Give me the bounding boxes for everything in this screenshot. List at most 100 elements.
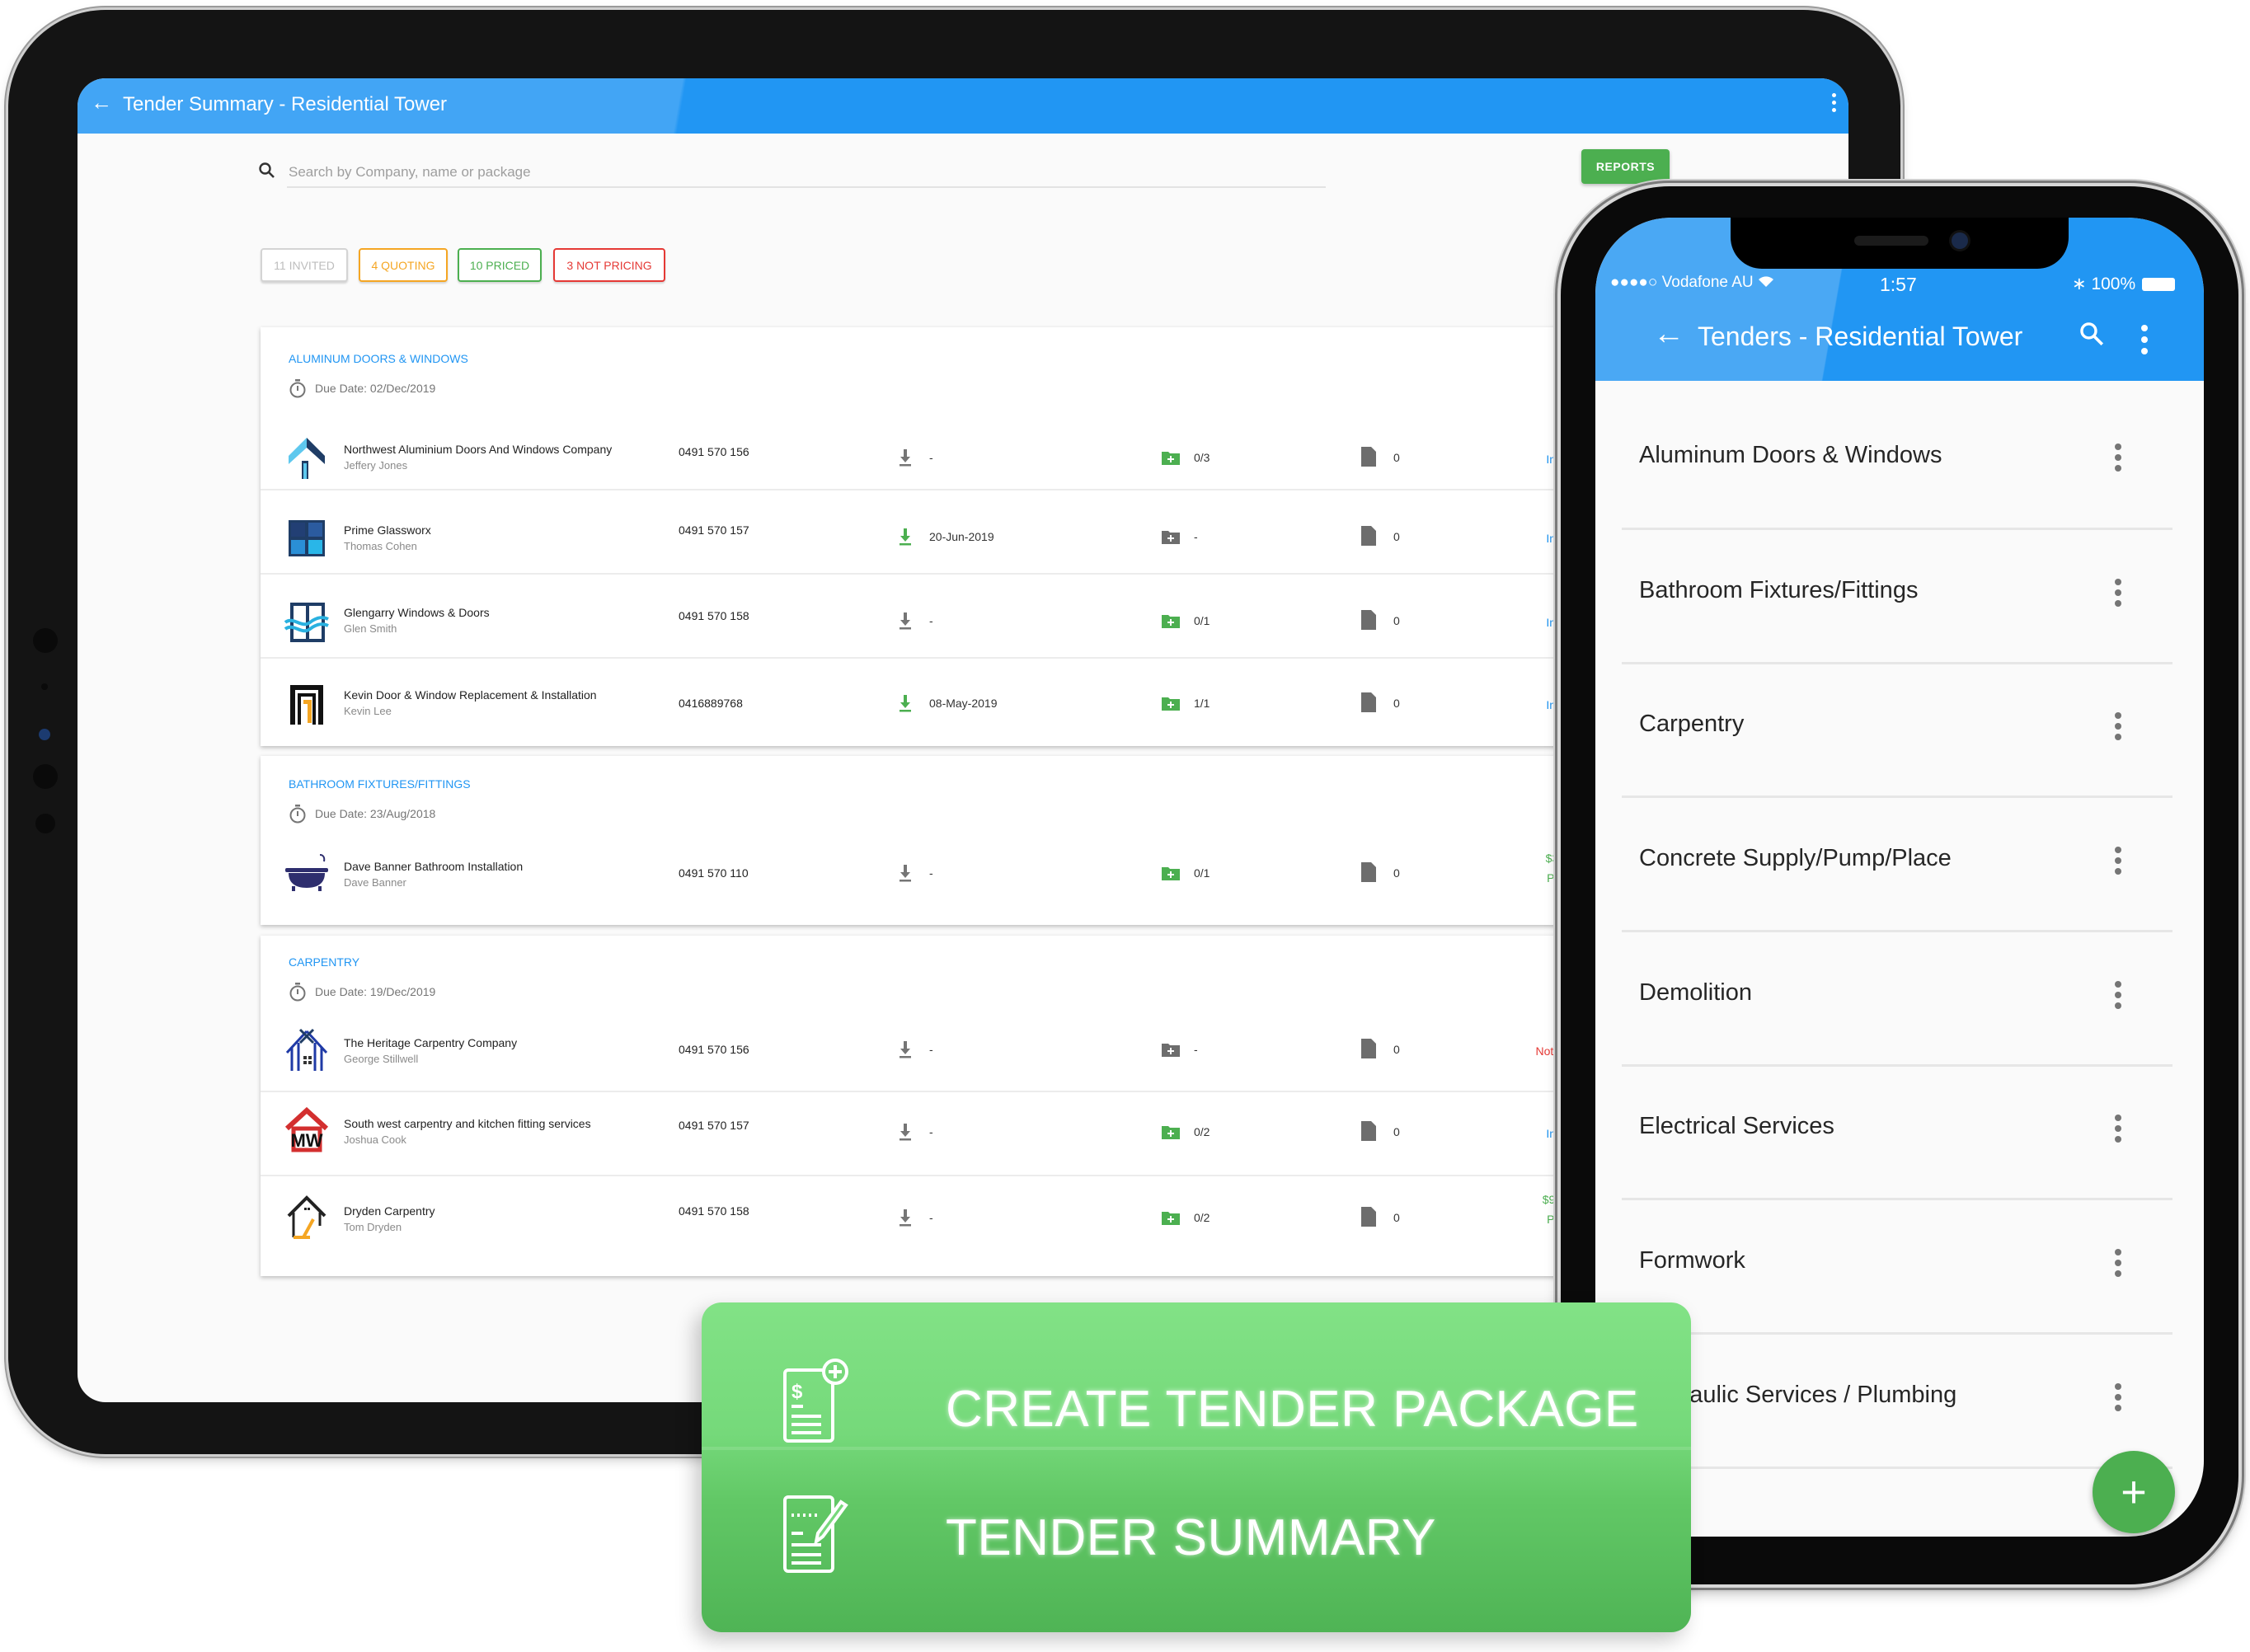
section-title: BATHROOM FIXTURES/FITTINGS — [289, 777, 471, 791]
filter-invited[interactable]: 11 INVITED — [261, 248, 348, 282]
contact-name: Glen Smith — [344, 622, 397, 635]
file-icon[interactable] — [1360, 1038, 1377, 1059]
list-item[interactable]: Demolition — [1595, 932, 2204, 1065]
download-icon[interactable] — [897, 693, 914, 713]
phone-number: 0491 570 158 — [679, 609, 749, 622]
table-row[interactable]: Dave Banner Bathroom Installation Dave B… — [261, 838, 1662, 921]
more-vert-icon[interactable] — [2115, 1249, 2121, 1281]
bluetooth-icon: ∗ — [2072, 275, 2087, 293]
download-icon[interactable] — [897, 448, 914, 467]
battery-icon — [2142, 278, 2176, 291]
table-row[interactable]: The Heritage Carpentry Company George St… — [261, 1018, 1662, 1092]
due-date: Due Date: 02/Dec/2019 — [289, 378, 435, 398]
table-row[interactable]: Glengarry Windows & Doors Glen Smith 049… — [261, 584, 1662, 667]
table-row[interactable]: MW South west carpentry and kitchen fitt… — [261, 1097, 1662, 1180]
download-icon[interactable] — [897, 1040, 914, 1059]
list-item-label: Bathroom Fixtures/Fittings — [1639, 577, 1919, 603]
folder-add-icon[interactable] — [1161, 1209, 1181, 1226]
battery-status: ∗ 100% — [2072, 274, 2176, 294]
more-vert-icon[interactable] — [2115, 847, 2121, 879]
add-fab-button[interactable]: + — [2093, 1451, 2175, 1533]
file-icon[interactable] — [1360, 1120, 1377, 1142]
back-arrow-icon[interactable]: ← — [91, 90, 112, 115]
file-icon[interactable] — [1360, 1206, 1377, 1227]
folder-add-icon[interactable] — [1161, 865, 1181, 881]
front-camera-icon — [1952, 232, 1968, 249]
more-vert-icon[interactable] — [2115, 444, 2121, 476]
list-item[interactable]: Aluminum Doors & Windows — [1595, 394, 2204, 528]
document-count: 1/1 — [1194, 697, 1210, 710]
company-name: The Heritage Carpentry Company — [344, 1036, 518, 1049]
download-icon[interactable] — [897, 611, 914, 631]
file-icon[interactable] — [1360, 692, 1377, 713]
feature-banner: $ CREATE TENDER PACKAGE TENDER SUMMARY — [702, 1302, 1691, 1632]
download-icon[interactable] — [897, 527, 914, 547]
folder-add-icon[interactable] — [1161, 1124, 1181, 1140]
stopwatch-icon — [289, 379, 306, 398]
more-vert-icon[interactable] — [1832, 93, 1837, 115]
file-count: 0 — [1393, 451, 1400, 464]
folder-add-icon[interactable] — [1161, 695, 1181, 711]
more-vert-icon[interactable] — [2115, 579, 2121, 611]
list-item[interactable]: Concrete Supply/Pump/Place — [1595, 797, 2204, 931]
table-row[interactable]: Prime Glassworx Thomas Cohen 0491 570 15… — [261, 500, 1662, 583]
download-icon[interactable] — [897, 1122, 914, 1142]
more-vert-icon[interactable] — [2115, 1115, 2121, 1147]
search-input[interactable] — [287, 158, 1326, 188]
due-date-text: Due Date: 02/Dec/2019 — [315, 382, 436, 395]
download-icon[interactable] — [897, 1208, 914, 1227]
divider — [261, 1175, 1662, 1176]
list-item-label: Formwork — [1639, 1247, 1745, 1274]
download-icon[interactable] — [897, 863, 914, 883]
back-arrow-icon[interactable]: ← — [1653, 317, 1684, 352]
folder-add-icon[interactable] — [1161, 528, 1181, 545]
more-vert-icon[interactable] — [2115, 981, 2121, 1013]
more-vert-icon[interactable] — [2115, 712, 2121, 744]
document-dollar-add-icon[interactable]: $ — [780, 1357, 854, 1448]
file-count: 0 — [1393, 1125, 1400, 1138]
folder-add-icon[interactable] — [1161, 1041, 1181, 1058]
company-logo — [290, 685, 323, 725]
create-tender-package-link[interactable]: CREATE TENDER PACKAGE — [946, 1380, 1639, 1438]
document-count: - — [1194, 1043, 1198, 1056]
filter-priced[interactable]: 10 PRICED — [458, 248, 542, 282]
document-count: 0/2 — [1194, 1125, 1210, 1138]
list-item[interactable]: Electrical Services — [1595, 1065, 2204, 1199]
svg-text:$: $ — [791, 1381, 803, 1403]
company-logo — [284, 603, 329, 642]
search-icon[interactable] — [2078, 320, 2106, 348]
document-count: 0/2 — [1194, 1211, 1210, 1224]
section-title: CARPENTRY — [289, 955, 360, 969]
contact-name: Dave Banner — [344, 876, 406, 889]
divider — [1622, 1467, 2172, 1469]
more-vert-icon[interactable] — [2115, 1383, 2121, 1415]
company-name: Dryden Carpentry — [344, 1204, 435, 1218]
due-date: Due Date: 19/Dec/2019 — [289, 982, 435, 1002]
page-title: Tender Summary - Residential Tower — [123, 93, 448, 115]
list-item[interactable]: Bathroom Fixtures/Fittings — [1595, 529, 2204, 663]
filter-not-pricing[interactable]: 3 NOT PRICING — [553, 248, 665, 282]
company-name: Dave Banner Bathroom Installation — [344, 860, 524, 873]
divider — [261, 573, 1662, 575]
table-row[interactable]: Kevin Door & Window Replacement & Instal… — [261, 667, 1662, 746]
file-icon[interactable] — [1360, 446, 1377, 467]
company-name: Northwest Aluminium Doors And Windows Co… — [344, 443, 613, 456]
table-row[interactable]: Northwest Aluminium Doors And Windows Co… — [261, 418, 1662, 500]
document-edit-icon[interactable] — [780, 1490, 854, 1581]
more-vert-icon[interactable] — [2141, 325, 2148, 359]
folder-add-icon[interactable] — [1161, 612, 1181, 629]
tender-summary-link[interactable]: TENDER SUMMARY — [946, 1509, 1436, 1567]
company-logo — [287, 1195, 326, 1239]
company-name: South west carpentry and kitchen fitting… — [344, 1117, 591, 1130]
table-row[interactable]: Dryden Carpentry Tom Dryden 0491 570 158… — [261, 1181, 1662, 1272]
filter-quoting[interactable]: 4 QUOTING — [359, 248, 448, 282]
file-icon[interactable] — [1360, 525, 1377, 547]
contact-name: Jeffery Jones — [344, 459, 408, 472]
file-icon[interactable] — [1360, 861, 1377, 883]
tablet-sensor — [33, 764, 58, 789]
download-date: - — [929, 1043, 933, 1056]
folder-add-icon[interactable] — [1161, 449, 1181, 466]
file-icon[interactable] — [1360, 609, 1377, 631]
reports-button[interactable]: REPORTS — [1581, 149, 1670, 184]
list-item[interactable]: Carpentry — [1595, 663, 2204, 796]
